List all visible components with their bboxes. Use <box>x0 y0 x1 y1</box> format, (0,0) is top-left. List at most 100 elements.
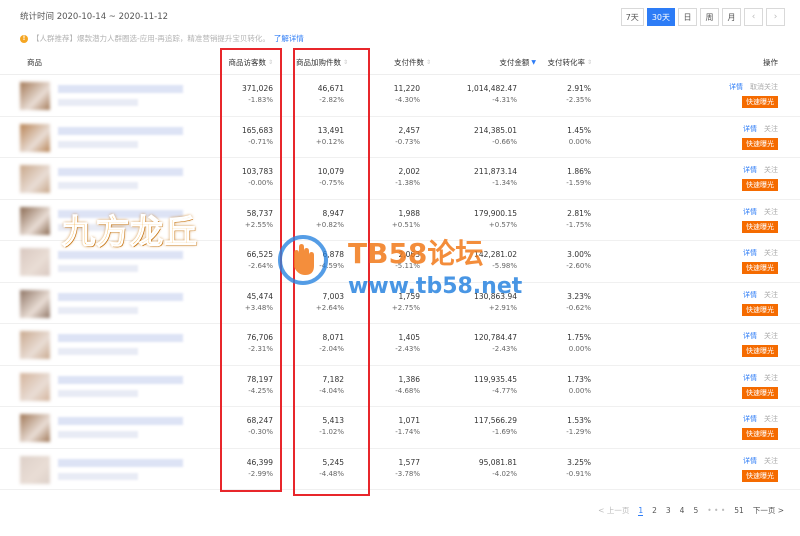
sort-icon[interactable]: ⇕ <box>587 59 592 66</box>
product-subtitle-blurred <box>58 182 138 189</box>
info-icon: ! <box>20 34 28 43</box>
conv-value: 2.91% <box>567 84 591 93</box>
detail-link[interactable]: 详情 <box>743 414 757 424</box>
product-thumbnail[interactable] <box>20 165 50 193</box>
product-title-blurred[interactable] <box>58 458 183 467</box>
items-change: -0.73% <box>395 137 420 146</box>
product-title-blurred[interactable] <box>58 417 183 425</box>
items-value: 1,405 <box>398 333 420 342</box>
detail-link[interactable]: 详情 <box>743 124 757 134</box>
table-row: 46,399 -2.99% 5,245 -4.48% 1,577 -3.78% 95,081… <box>0 449 800 490</box>
product-title-blurred[interactable] <box>58 85 183 93</box>
period-day-button[interactable]: 日 <box>678 8 697 26</box>
items-value: 2,457 <box>398 125 420 135</box>
page-4-button[interactable]: 4 <box>680 506 685 515</box>
detail-link[interactable]: 详情 <box>743 207 757 217</box>
follow-link[interactable]: 关注 <box>764 165 778 175</box>
next-page-button[interactable]: 下一页 > <box>753 505 784 516</box>
product-subtitle-blurred <box>58 389 138 397</box>
product-thumbnail[interactable] <box>20 372 50 401</box>
follow-link[interactable]: 关注 <box>764 207 778 217</box>
row-actions: 详情 关注快速曝光 <box>742 124 778 150</box>
follow-link[interactable]: 关注 <box>764 248 778 258</box>
product-thumbnail[interactable] <box>20 82 50 110</box>
amount-change: -4.31% <box>492 96 517 104</box>
col-pay-amount[interactable]: 支付金额 ▼ <box>499 57 536 68</box>
detail-link[interactable]: 详情 <box>743 290 757 300</box>
follow-link[interactable]: 取消关注 <box>750 82 778 92</box>
follow-link[interactable]: 关注 <box>764 290 778 300</box>
amount-change: -4.77% <box>492 386 517 395</box>
product-title-blurred[interactable] <box>58 375 183 384</box>
detail-link[interactable]: 详情 <box>743 456 757 466</box>
page-last-button[interactable]: 51 <box>734 506 744 515</box>
quick-expose-button[interactable]: 快速曝光 <box>742 262 778 274</box>
col-conversion[interactable]: 支付转化率 ⇕ <box>547 57 592 68</box>
prev-page-button[interactable]: < 上一页 <box>598 505 629 516</box>
product-thumbnail[interactable] <box>20 414 50 442</box>
product-thumbnail[interactable] <box>20 123 50 152</box>
quick-expose-button[interactable]: 快速曝光 <box>742 303 778 316</box>
detail-link[interactable]: 详情 <box>743 331 757 341</box>
page-2-button[interactable]: 2 <box>652 506 657 515</box>
product-title-blurred[interactable] <box>58 126 183 135</box>
product-subtitle-blurred <box>58 431 138 438</box>
product-thumbnail[interactable] <box>20 248 50 276</box>
sort-icon[interactable]: ⇕ <box>426 59 431 66</box>
quick-expose-button[interactable]: 快速曝光 <box>742 469 778 482</box>
col-pay-items[interactable]: 支付件数 ⇕ <box>394 57 431 68</box>
page-3-button[interactable]: 3 <box>666 506 671 515</box>
page-1-button[interactable]: 1 <box>638 506 644 516</box>
tip-detail-link[interactable]: 了解详情 <box>274 33 304 44</box>
metric-items: 1,386 -4.68% <box>395 366 420 395</box>
quick-expose-button[interactable]: 快速曝光 <box>742 345 778 357</box>
follow-link[interactable]: 关注 <box>764 331 778 341</box>
conv-change: -2.60% <box>566 262 591 270</box>
period-30d-button[interactable]: 30天 <box>646 8 675 26</box>
chevron-left-icon[interactable]: ‹ <box>744 8 763 26</box>
sort-desc-icon[interactable]: ▼ <box>531 59 536 66</box>
follow-link[interactable]: 关注 <box>764 414 778 424</box>
amount-change: -1.34% <box>492 179 517 187</box>
items-change: -2.43% <box>395 345 420 353</box>
detail-link[interactable]: 详情 <box>729 82 743 92</box>
product-thumbnail[interactable] <box>20 289 50 318</box>
product-thumbnail[interactable] <box>20 331 50 359</box>
table-row: 76,706 -2.31% 8,071 -2.04% 1,405 -2.43% 120,78… <box>0 324 800 366</box>
metric-items: 1,071 -1.74% <box>395 407 420 436</box>
metric-amount: 117,566.29 -1.69% <box>474 407 517 436</box>
product-title-blurred[interactable] <box>58 292 183 301</box>
quick-expose-button[interactable]: 快速曝光 <box>742 428 778 440</box>
product-thumbnail[interactable] <box>20 455 50 484</box>
quick-expose-button[interactable]: 快速曝光 <box>742 96 778 108</box>
metric-items: 11,220 -4.30% <box>394 75 420 104</box>
chevron-right-icon[interactable]: › <box>766 8 785 26</box>
page-5-button[interactable]: 5 <box>693 506 698 515</box>
metric-conv: 2.91% -2.35% <box>566 75 591 104</box>
follow-link[interactable]: 关注 <box>764 124 778 134</box>
metric-conv: 1.73% 0.00% <box>567 366 591 395</box>
metric-items: 2,457 -0.73% <box>395 117 420 146</box>
product-subtitle-blurred <box>58 140 138 148</box>
follow-link[interactable]: 关注 <box>764 373 778 383</box>
detail-link[interactable]: 详情 <box>743 373 757 383</box>
detail-link[interactable]: 详情 <box>743 165 757 175</box>
quick-expose-button[interactable]: 快速曝光 <box>742 137 778 150</box>
hand-logo-icon <box>278 235 328 285</box>
period-week-button[interactable]: 周 <box>700 8 719 26</box>
quick-expose-button[interactable]: 快速曝光 <box>742 220 778 233</box>
period-month-button[interactable]: 月 <box>722 8 741 26</box>
quick-expose-button[interactable]: 快速曝光 <box>742 386 778 399</box>
period-7d-button[interactable]: 7天 <box>620 8 644 26</box>
watermark-title: TB58论坛 <box>348 237 484 270</box>
detail-link[interactable]: 详情 <box>743 248 757 258</box>
conv-change: -0.62% <box>566 303 591 312</box>
table-row: 68,247 -0.30% 5,413 -1.02% 1,071 -1.74% 117,56… <box>0 407 800 449</box>
product-thumbnail[interactable] <box>20 206 50 235</box>
quick-expose-button[interactable]: 快速曝光 <box>742 179 778 191</box>
metric-items: 1,405 -2.43% <box>395 324 420 353</box>
product-title-blurred[interactable] <box>58 334 183 342</box>
follow-link[interactable]: 关注 <box>764 456 778 466</box>
row-actions: 详情 关注快速曝光 <box>742 248 778 274</box>
product-title-blurred[interactable] <box>58 168 183 176</box>
